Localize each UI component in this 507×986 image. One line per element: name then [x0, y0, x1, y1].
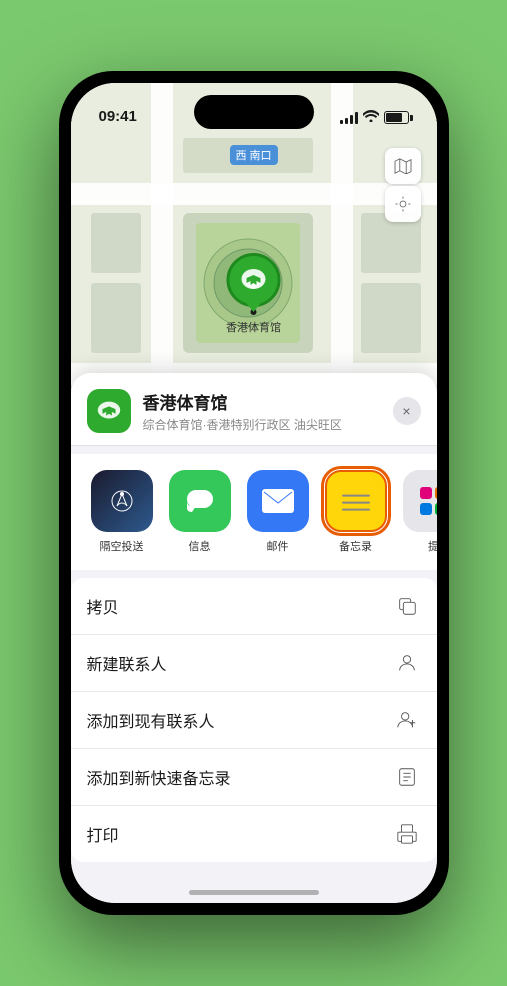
- messages-icon: [169, 470, 231, 532]
- notes-label: 备忘录: [339, 538, 372, 554]
- home-indicator: [189, 890, 319, 895]
- venue-name: 香港体育馆: [143, 389, 381, 414]
- action-print-label: 打印: [87, 822, 119, 846]
- more-icon: [403, 470, 437, 532]
- copy-icon: [393, 592, 421, 620]
- share-more[interactable]: 提: [399, 470, 437, 554]
- airdrop-label: 隔空投送: [100, 538, 144, 554]
- action-new-contact[interactable]: 新建联系人: [71, 635, 437, 692]
- map-type-button[interactable]: [385, 148, 421, 184]
- bottom-sheet: 香港体育馆 综合体育馆·香港特别行政区 油尖旺区 ×: [71, 373, 437, 903]
- share-mail[interactable]: 邮件: [243, 470, 313, 554]
- new-contact-icon: [393, 649, 421, 677]
- notes-lines-decoration: [342, 495, 370, 511]
- map-label: 西 南口: [229, 145, 277, 165]
- action-list: 拷贝 新建联系人: [71, 578, 437, 862]
- share-notes[interactable]: 备忘录: [321, 470, 391, 554]
- action-print[interactable]: 打印: [71, 806, 437, 862]
- location-button[interactable]: [385, 186, 421, 222]
- share-airdrop[interactable]: 隔空投送: [87, 470, 157, 554]
- messages-label: 信息: [189, 538, 211, 554]
- action-add-notes[interactable]: 添加到新快速备忘录: [71, 749, 437, 806]
- venue-pin-icon: [227, 253, 281, 307]
- action-add-existing-label: 添加到现有联系人: [87, 708, 215, 732]
- signal-icon: [340, 112, 358, 124]
- more-label: 提: [428, 538, 437, 554]
- status-time: 09:41: [99, 108, 137, 125]
- wifi-icon: [363, 110, 379, 125]
- print-icon: [393, 820, 421, 848]
- share-messages[interactable]: 信息: [165, 470, 235, 554]
- mail-icon: [247, 470, 309, 532]
- venue-logo: [87, 389, 131, 433]
- status-icons: [340, 110, 409, 125]
- venue-pin-label: 香港体育馆: [226, 319, 281, 335]
- dynamic-island: [194, 95, 314, 129]
- action-copy[interactable]: 拷贝: [71, 578, 437, 635]
- airdrop-icon: [91, 470, 153, 532]
- add-notes-icon: [393, 763, 421, 791]
- action-new-contact-label: 新建联系人: [87, 651, 167, 675]
- sheet-header: 香港体育馆 综合体育馆·香港特别行政区 油尖旺区 ×: [71, 373, 437, 446]
- mail-label: 邮件: [267, 538, 289, 554]
- action-add-existing[interactable]: 添加到现有联系人: [71, 692, 437, 749]
- share-actions: 隔空投送 信息: [71, 454, 437, 570]
- action-add-notes-label: 添加到新快速备忘录: [87, 765, 231, 789]
- venue-description: 综合体育馆·香港特别行政区 油尖旺区: [143, 416, 381, 433]
- venue-info: 香港体育馆 综合体育馆·香港特别行政区 油尖旺区: [143, 389, 381, 433]
- add-existing-icon: [393, 706, 421, 734]
- battery-icon: [384, 111, 409, 124]
- venue-pin[interactable]: 香港体育馆: [226, 253, 281, 335]
- action-copy-label: 拷贝: [87, 594, 119, 618]
- close-button[interactable]: ×: [393, 397, 421, 425]
- phone-frame: 09:41: [59, 71, 449, 915]
- notes-icon: [325, 470, 387, 532]
- phone-screen: 09:41: [71, 83, 437, 903]
- map-controls[interactable]: [385, 148, 421, 222]
- close-icon: ×: [402, 403, 410, 419]
